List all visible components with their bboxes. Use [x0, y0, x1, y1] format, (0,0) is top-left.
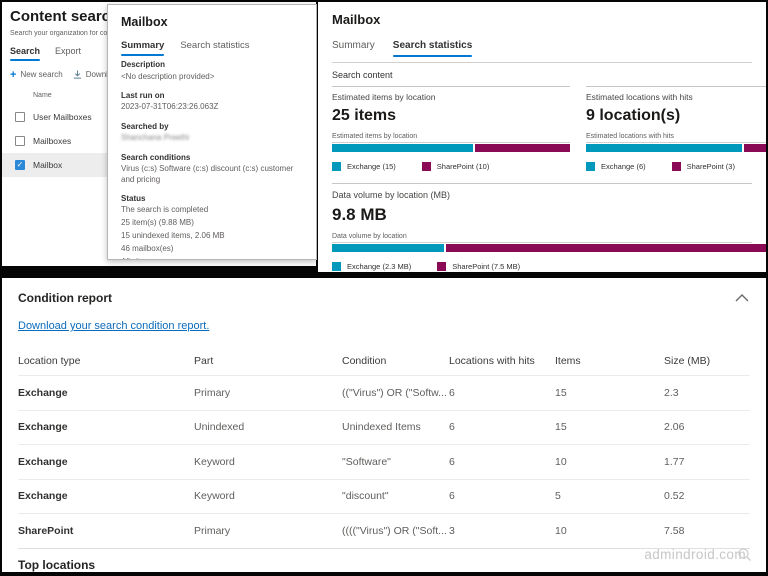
table-row[interactable]: ExchangeKeyword"Software"6101.77 [18, 444, 750, 479]
list-item-mailbox-selected[interactable]: ✓ Mailbox [2, 153, 108, 177]
condition-report-table: Location type Part Condition Locations w… [18, 347, 750, 572]
active-tab-underline [393, 55, 473, 58]
statistics-panel-title: Mailbox [332, 12, 752, 27]
status-line: All sites [121, 257, 303, 260]
teal-swatch-icon [332, 262, 341, 271]
table-row[interactable]: ExchangePrimary(("Virus") OR ("Softw...6… [18, 375, 750, 410]
download-condition-report-link[interactable]: Download your search condition report. [18, 320, 209, 332]
legend-exchange: Exchange (6) [586, 162, 646, 171]
download-icon [73, 70, 82, 79]
list-item-user-mailboxes[interactable]: User Mailboxes [2, 105, 108, 129]
tab-search-statistics[interactable]: Search statistics [180, 40, 249, 51]
magenta-swatch-icon [422, 162, 431, 171]
chevron-up-icon[interactable] [734, 293, 750, 303]
condition-report-title: Condition report [18, 291, 112, 305]
col-locations-with-hits: Locations with hits [449, 355, 555, 367]
teal-swatch-icon [586, 162, 595, 171]
tab-export[interactable]: Export [55, 46, 81, 56]
watermark: admindroid.com [644, 547, 752, 562]
page-title: Content search [10, 8, 108, 25]
volume-legend: Exchange (2.3 MB) SharePoint (7.5 MB) [332, 262, 752, 271]
status-line: 25 item(s) (9.88 MB) [121, 218, 303, 228]
top-locations-section: Top locations [18, 548, 750, 573]
search-statistics-panel: Mailbox Summary Search statistics Search… [318, 2, 766, 272]
bar-segment-exchange[interactable] [332, 144, 475, 152]
top-locations-title: Top locations [18, 558, 95, 572]
search-toolbar: + New search Download [10, 70, 108, 79]
status-field: Status The search is completed 25 item(s… [121, 194, 303, 260]
legend-sharepoint: SharePoint (7.5 MB) [437, 262, 520, 271]
new-search-button[interactable]: New search [20, 70, 62, 79]
last-run-field: Last run on 2023-07-31T06:23:26.063Z [121, 91, 303, 113]
items-stacked-bar [332, 144, 570, 152]
search-conditions-field: Search conditions Virus (c:s) Software (… [121, 153, 303, 185]
download-button[interactable]: Download [86, 70, 108, 79]
bar-segment-sharepoint[interactable] [446, 244, 766, 252]
magenta-swatch-icon [437, 262, 446, 271]
charts-row: Estimated items by location 25 items Est… [332, 86, 752, 171]
content-search-tabs: Search Export [10, 46, 108, 56]
col-location-type: Location type [18, 355, 194, 367]
volume-stacked-bar [332, 244, 766, 252]
items-by-location-chart: Estimated items by location 25 items Est… [332, 86, 570, 171]
col-part: Part [194, 355, 342, 367]
items-legend: Exchange (15) SharePoint (10) [332, 162, 570, 171]
data-volume-chart: Data volume by location (MB) 9.8 MB Data… [332, 183, 752, 271]
checkbox-unchecked-icon[interactable] [15, 136, 25, 146]
status-line: 46 mailbox(es) [121, 244, 303, 254]
locations-headline: 9 location(s) [586, 107, 766, 125]
searched-by-field: Searched by Shanchana Preethi [121, 122, 303, 144]
bar-segment-exchange[interactable] [332, 244, 446, 252]
description-field: Description <No description provided> [121, 60, 303, 82]
legend-exchange: Exchange (2.3 MB) [332, 262, 411, 271]
condition-report-header: Condition report [18, 291, 750, 305]
legend-exchange: Exchange (15) [332, 162, 396, 171]
checkbox-unchecked-icon[interactable] [15, 112, 25, 122]
table-row[interactable]: ExchangeKeyword"discount"650.52 [18, 479, 750, 514]
col-condition: Condition [342, 355, 449, 367]
magnifier-icon [737, 547, 752, 562]
legend-sharepoint: SharePoint (10) [422, 162, 490, 171]
tab-summary[interactable]: Summary [332, 40, 375, 51]
page-subtitle: Search your organization for cont [10, 30, 108, 37]
legend-sharepoint: SharePoint (3) [672, 162, 735, 171]
name-column-header: Name [10, 92, 108, 99]
tab-summary[interactable]: Summary [121, 40, 164, 51]
col-items: Items [555, 355, 664, 367]
flyout-title: Mailbox [121, 15, 303, 29]
volume-headline: 9.8 MB [332, 205, 752, 225]
redacted-user-name: Shanchana Preethi [121, 133, 303, 143]
items-headline: 25 items [332, 107, 570, 125]
locations-stacked-bar [586, 144, 766, 152]
teal-swatch-icon [332, 162, 341, 171]
bar-segment-sharepoint[interactable] [744, 144, 766, 152]
active-tab-underline [121, 54, 164, 56]
locations-legend: Exchange (6) SharePoint (3) [586, 162, 766, 171]
tab-search[interactable]: Search [10, 46, 40, 56]
locations-with-hits-chart: Estimated locations with hits 9 location… [586, 86, 766, 171]
search-content-section-label: Search content [332, 63, 752, 86]
statistics-tabs: Summary Search statistics [332, 40, 752, 51]
screenshot-canvas: Content search Search your organization … [0, 0, 768, 576]
active-tab-underline [10, 59, 40, 61]
table-row[interactable]: ExchangeUnindexedUnindexed Items6152.06 [18, 410, 750, 445]
magenta-swatch-icon [672, 162, 681, 171]
status-line: The search is completed [121, 205, 303, 215]
bar-segment-exchange[interactable] [586, 144, 744, 152]
flyout-tabs: Summary Search statistics [121, 40, 303, 51]
checkbox-checked-icon[interactable]: ✓ [15, 160, 25, 170]
content-search-list-pane: Content search Search your organization … [2, 2, 108, 266]
table-header-row: Location type Part Condition Locations w… [18, 347, 750, 375]
status-line: 15 unindexed items, 2.06 MB [121, 231, 303, 241]
plus-icon: + [10, 71, 16, 79]
tab-search-statistics[interactable]: Search statistics [393, 40, 473, 51]
search-list: User Mailboxes Mailboxes ✓ Mailbox [2, 105, 108, 177]
mailbox-summary-flyout: Mailbox Summary Search statistics Descri… [107, 4, 317, 260]
content-search-panel: Content search Search your organization … [2, 2, 316, 266]
list-item-mailboxes[interactable]: Mailboxes [2, 129, 108, 153]
table-row[interactable]: SharePointPrimary(((("Virus") OR ("Soft.… [18, 513, 750, 548]
condition-report-panel: Condition report Download your search co… [2, 278, 766, 572]
col-size-mb: Size (MB) [664, 355, 750, 367]
bar-segment-sharepoint[interactable] [475, 144, 570, 152]
